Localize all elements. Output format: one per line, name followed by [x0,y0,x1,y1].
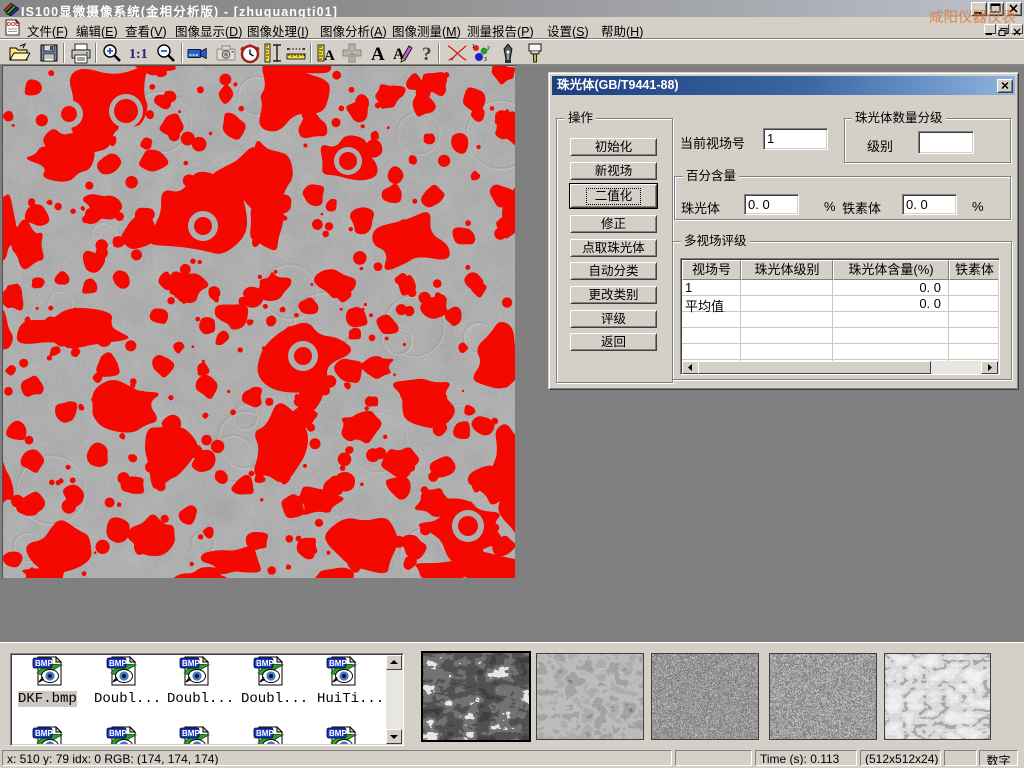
svg-text:3: 3 [484,57,487,63]
svg-text:2: 2 [487,46,490,52]
svg-text:BMP: BMP [182,659,200,668]
svg-text:BMP: BMP [329,659,347,668]
svg-text:BMP: BMP [35,729,53,738]
svg-text:A: A [324,48,335,64]
svg-text:BMP: BMP [256,659,274,668]
svg-text:BMP: BMP [182,729,200,738]
svg-text:BMP: BMP [109,729,127,738]
svg-text:1:1: 1:1 [129,47,148,62]
svg-text:BMP: BMP [256,729,274,738]
svg-text:DOC: DOC [7,22,19,28]
svg-text:?: ? [422,44,432,64]
svg-text:1: 1 [472,44,475,50]
svg-text:BMP: BMP [329,729,347,738]
svg-text:BMP: BMP [35,659,53,668]
svg-text:A: A [371,44,385,64]
svg-text:BMP: BMP [109,659,127,668]
